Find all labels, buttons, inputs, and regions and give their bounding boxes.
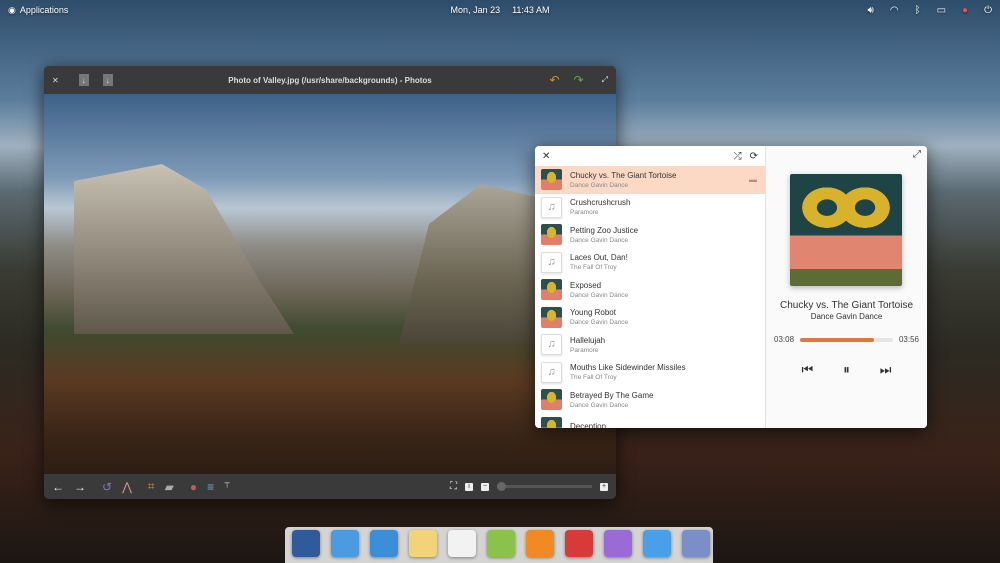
track-row[interactable]: Young Robot Dance Gavin Dance [535,304,765,332]
photos-window: ✕ ↓ ↓ Photo of Valley.jpg (/usr/share/ba… [44,66,616,499]
time: 11:43 AM [512,5,550,15]
duration: 03:56 [898,335,919,344]
now-playing-artist: Dance Gavin Dance [810,312,883,321]
window-title: Photo of Valley.jpg (/usr/share/backgrou… [228,75,432,85]
album-thumbnail [541,279,562,301]
track-artist: The Fall Of Troy [570,264,617,272]
red-eye-icon[interactable]: ● [190,480,197,494]
dock-mail-icon[interactable] [409,530,437,557]
shuffle-icon[interactable]: ⤮ [734,151,742,162]
track-artist: Dance Gavin Dance [570,401,629,409]
pause-icon[interactable]: ⏸ [843,362,850,378]
applications-menu[interactable]: ◉ Applications [8,5,68,16]
track-title: Crushcrushcrush [570,198,631,208]
elapsed-time: 03:08 [774,335,795,344]
album-art [790,174,902,286]
music-note-icon: ♫ [541,361,562,383]
photos-headerbar: ✕ ↓ ↓ Photo of Valley.jpg (/usr/share/ba… [44,66,616,94]
adjust-icon[interactable]: ≡ [207,480,214,494]
dock-videos-icon[interactable] [565,530,593,557]
album-thumbnail [541,224,562,246]
track-row[interactable]: Exposed Dance Gavin Dance [535,276,765,304]
track-row[interactable]: ♫ Laces Out, Dan! The Fall Of Troy [535,249,765,277]
track-row[interactable]: Petting Zoo Justice Dance Gavin Dance [535,221,765,249]
zoom-fit-icon[interactable]: ⛶ [450,481,457,492]
track-artist: Dance Gavin Dance [570,181,629,189]
zoom-in-icon[interactable]: + [600,482,608,491]
battery-charging-icon[interactable]: ▭ [937,5,946,16]
dock-calendar-icon[interactable] [487,530,515,557]
crop-icon[interactable]: ⌗ [148,479,155,494]
photo-view [44,94,616,474]
dock-photos-icon[interactable] [604,530,632,557]
track-title: Chucky vs. The Giant Tortoise [570,170,677,180]
album-thumbnail [541,306,562,328]
dock-multitasking-icon[interactable] [292,530,320,557]
repeat-icon[interactable]: ⟳ [750,151,758,162]
bluetooth-disabled-icon[interactable]: ᛒ [915,5,921,16]
track-row[interactable]: Chucky vs. The Giant Tortoise Dance Gavin… [535,166,765,194]
playlist-pane: ✕ ⤮ ⟳ Chucky vs. The Giant Tortoise Dance G… [535,146,766,428]
power-icon[interactable]: ⏻ [984,5,992,16]
close-icon[interactable]: ✕ [542,151,550,162]
top-panel: ◉ Applications Mon, Jan 23 11:43 AM 🔊︎ ◠ ᛒ ▭ ●… [0,0,1000,20]
track-artist: The Fall Of Troy [570,374,617,382]
fullscreen-icon[interactable]: ⤢ [913,149,921,160]
playing-indicator-icon: ▬ [749,175,757,185]
straighten-icon[interactable]: ▰ [165,480,174,494]
dock-browser-icon[interactable] [370,530,398,557]
notifications-icon[interactable]: ● [962,5,968,16]
track-artist: Dance Gavin Dance [570,291,629,299]
applications-label: Applications [19,5,69,15]
track-title: Petting Zoo Justice [570,225,639,235]
album-thumbnail [541,416,562,428]
dock-appcenter-icon[interactable] [682,530,710,557]
track-title: Hallelujah [570,335,606,345]
music-note-icon: ♫ [541,196,562,218]
applications-icon: ◉ [8,4,16,15]
seek-bar[interactable] [800,337,893,342]
info-icon[interactable]: i [465,482,473,491]
track-artist: Dance Gavin Dance [570,236,629,244]
forward-arrow-icon[interactable]: → [74,480,86,494]
track-row[interactable]: ♫ Mouths Like Sidewinder Missiles The Fall… [535,359,765,387]
track-artist: Dance Gavin Dance [570,319,629,327]
track-title: Deception [570,421,607,428]
volume-icon[interactable]: 🔊︎ [868,5,874,16]
track-title: Laces Out, Dan! [570,253,628,263]
dock-files-icon[interactable] [331,530,359,557]
track-title: Exposed [570,280,602,290]
dock-tasks-icon[interactable] [448,530,476,557]
album-thumbnail [541,389,562,411]
dock-music-icon[interactable] [526,530,554,557]
now-playing-pane: ⤢ Chucky vs. The Giant Tortoise Dance Gav… [766,146,927,428]
wifi-icon[interactable]: ◠ [890,5,899,16]
music-window: ✕ ⤮ ⟳ Chucky vs. The Giant Tortoise Dance G… [535,146,927,428]
track-title: Betrayed By The Game [570,390,654,400]
track-title: Mouths Like Sidewinder Missiles [570,363,686,373]
back-arrow-icon[interactable]: ← [52,480,64,494]
next-icon[interactable]: ⏭ [880,362,892,378]
dock-settings-icon[interactable] [643,530,671,557]
track-artist: Paramore [570,346,599,354]
music-note-icon: ♫ [541,251,562,273]
date: Mon, Jan 23 [450,5,501,15]
photos-toolbar: ← → ↺ ⋀ ⌗ ▰ ● ≡ ⸆ ⛶ i − + [44,474,616,499]
album-thumbnail [541,169,562,191]
flip-icon[interactable]: ⋀ [122,480,132,494]
zoom-out-icon[interactable]: − [481,482,489,491]
track-row[interactable]: Deception [535,414,765,428]
rotate-icon[interactable]: ↺ [102,480,112,494]
music-note-icon: ♫ [541,334,562,356]
track-row[interactable]: ♫ Crushcrushcrush Paramore [535,194,765,222]
track-row[interactable]: Betrayed By The Game Dance Gavin Dance [535,386,765,414]
track-artist: Paramore [570,209,599,217]
track-title: Young Robot [570,308,616,318]
zoom-slider[interactable] [497,482,592,491]
previous-icon[interactable]: ⏮ [802,362,814,378]
track-row[interactable]: ♫ Hallelujah Paramore [535,331,765,359]
clock[interactable]: Mon, Jan 23 11:43 AM [451,5,550,15]
enhance-icon[interactable]: ⸆ [224,478,230,495]
now-playing-title: Chucky vs. The Giant Tortoise [779,300,914,311]
